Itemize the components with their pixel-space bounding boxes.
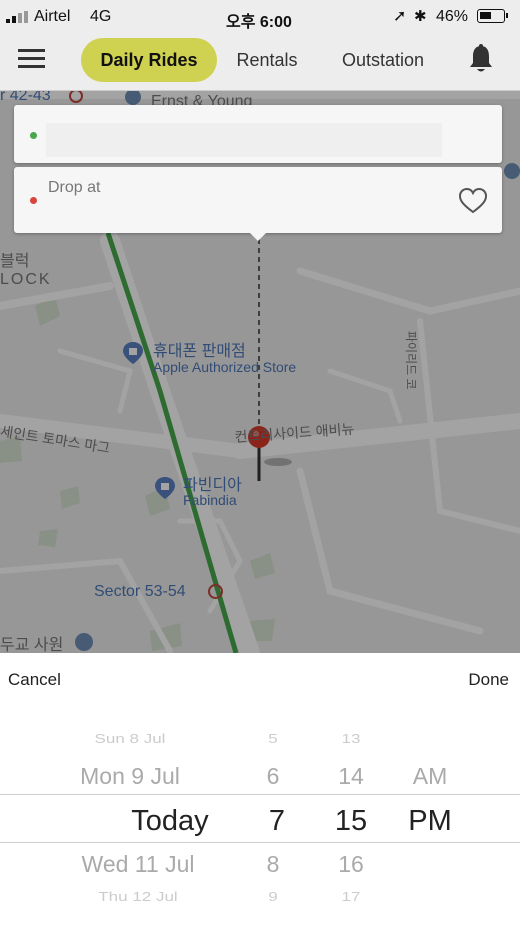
hour-option[interactable]: 9: [253, 890, 293, 905]
hour-wheel[interactable]: 5 6 7 8 9: [253, 723, 293, 913]
top-navigation: Daily Rides Rentals Outstation: [0, 34, 520, 91]
bluetooth-icon: ✱: [414, 8, 427, 25]
done-button[interactable]: Done: [468, 670, 509, 690]
hour-option-selected[interactable]: 7: [257, 805, 297, 838]
status-bar: Airtel 4G 오후 6:00 ➚ ✱ 46%: [0, 0, 520, 34]
drop-field[interactable]: Drop at: [14, 167, 502, 241]
tab-rentals[interactable]: Rentals: [226, 38, 308, 82]
hamburger-menu-icon[interactable]: [18, 48, 45, 70]
map-view[interactable]: r 42-43 Ernst & Young 블럭 LOCK 휴대폰 판매점 Ap…: [0, 91, 520, 653]
favorite-heart-icon[interactable]: [458, 187, 488, 215]
day-option-selected[interactable]: Today: [80, 805, 260, 838]
picker-toolbar: Cancel Done: [0, 653, 520, 707]
minute-option[interactable]: 16: [326, 851, 376, 878]
carrier-name: Airtel: [34, 8, 71, 25]
ampm-option-selected[interactable]: PM: [400, 805, 460, 838]
day-option[interactable]: Wed 11 Jul: [48, 851, 228, 878]
hour-option[interactable]: 5: [253, 732, 293, 747]
day-wheel[interactable]: Sun 8 Jul Mon 9 Jul Today Wed 11 Jul Thu…: [40, 723, 220, 913]
pickup-dot-icon: [30, 132, 37, 139]
minute-wheel[interactable]: 13 14 15 16 17: [326, 723, 376, 913]
location-arrow-icon: ➚: [393, 8, 407, 25]
tab-daily-rides[interactable]: Daily Rides: [81, 38, 217, 82]
network-type: 4G: [90, 8, 112, 25]
pickup-input[interactable]: [46, 123, 442, 157]
day-option[interactable]: Thu 12 Jul: [48, 890, 228, 905]
ampm-wheel[interactable]: AM PM: [400, 723, 460, 913]
drop-label: Drop at: [48, 179, 101, 196]
day-option[interactable]: Sun 8 Jul: [40, 732, 220, 747]
tab-outstation[interactable]: Outstation: [328, 38, 438, 82]
minute-option[interactable]: 17: [326, 890, 376, 905]
minute-option[interactable]: 13: [326, 732, 376, 747]
pickup-field[interactable]: [14, 105, 502, 163]
clock: 오후 6:00: [226, 14, 292, 31]
battery-percent: 46%: [436, 8, 469, 25]
date-time-picker: Cancel Done Sun 8 Jul Mon 9 Jul Today We…: [0, 653, 520, 930]
drop-dot-icon: [30, 197, 37, 204]
minute-option[interactable]: 14: [326, 763, 376, 790]
day-option[interactable]: Mon 9 Jul: [40, 763, 220, 790]
hour-option[interactable]: 6: [253, 763, 293, 790]
hour-option[interactable]: 8: [253, 851, 293, 878]
cancel-button[interactable]: Cancel: [8, 670, 61, 690]
bell-icon[interactable]: [466, 43, 496, 75]
ampm-option[interactable]: AM: [400, 763, 460, 790]
battery-icon: [477, 9, 508, 23]
signal-icon: [6, 11, 28, 23]
minute-option-selected[interactable]: 15: [326, 805, 376, 838]
